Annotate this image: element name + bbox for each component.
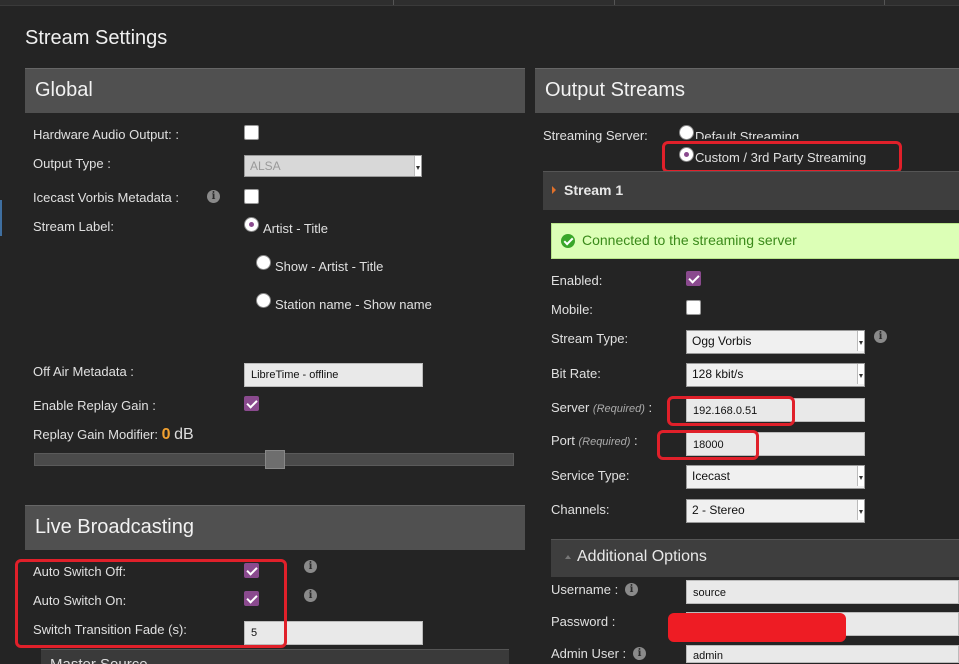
stream-label-radio-show-artist-title[interactable] — [256, 255, 271, 270]
service-type-value: Icecast — [692, 469, 731, 483]
left-edge-accent — [0, 200, 2, 236]
hardware-audio-output-checkbox[interactable] — [244, 125, 259, 140]
icecast-vorbis-metadata-label: Icecast Vorbis Metadata : — [33, 190, 179, 205]
connection-status-banner: Connected to the streaming server — [551, 223, 959, 259]
service-type-label: Service Type: — [551, 468, 630, 483]
output-streams-heading: Output Streams — [545, 79, 686, 101]
stream-type-label: Stream Type: — [551, 331, 629, 346]
live-broadcasting-header: Live Broadcasting — [25, 505, 525, 550]
chevron-down-icon — [859, 510, 863, 514]
mobile-checkbox[interactable] — [686, 300, 701, 315]
replay-gain-modifier-text: Replay Gain Modifier: — [33, 427, 158, 442]
stream-1-header[interactable]: Stream 1 — [543, 171, 959, 210]
password-label: Password : — [551, 614, 616, 629]
enabled-label: Enabled: — [551, 273, 603, 288]
server-label-text: Server — [551, 400, 590, 415]
global-heading: Global — [35, 79, 93, 101]
icecast-vorbis-metadata-checkbox[interactable] — [244, 189, 259, 204]
port-label-text: Port — [551, 433, 575, 448]
bit-rate-value: 128 kbit/s — [692, 367, 744, 381]
info-icon[interactable]: i — [304, 589, 317, 602]
chevron-down-icon — [859, 476, 863, 480]
server-label: Server (Required) : — [551, 400, 653, 415]
mobile-label: Mobile: — [551, 302, 593, 317]
replay-gain-slider-handle[interactable] — [265, 450, 285, 469]
replay-gain-modifier-label: Replay Gain Modifier: 0 dB — [33, 426, 194, 444]
enable-replay-gain-label: Enable Replay Gain : — [33, 398, 156, 413]
channels-select[interactable]: 2 - Stereo — [686, 499, 865, 523]
page-title: Stream Settings — [25, 27, 168, 49]
replay-gain-unit: dB — [174, 426, 194, 443]
streaming-server-radio-default[interactable] — [679, 125, 694, 140]
top-strip — [0, 0, 959, 6]
stream-label-label: Stream Label: — [33, 219, 114, 234]
output-type-label: Output Type : — [33, 156, 111, 171]
channels-label: Channels: — [551, 502, 610, 517]
stream-type-value: Ogg Vorbis — [692, 334, 752, 348]
chevron-down-icon — [859, 374, 863, 378]
username-input[interactable]: source — [686, 580, 959, 604]
admin-user-input[interactable]: admin — [686, 645, 959, 663]
info-icon[interactable]: i — [207, 190, 220, 203]
chevron-down-icon — [859, 341, 863, 345]
off-air-metadata-label: Off Air Metadata : — [33, 364, 134, 379]
channels-value: 2 - Stereo — [692, 503, 745, 517]
stream-type-select[interactable]: Ogg Vorbis — [686, 330, 865, 354]
global-panel-header: Global — [25, 68, 525, 113]
info-icon[interactable]: i — [874, 330, 887, 343]
streaming-server-option-default: Default Streaming — [695, 129, 800, 139]
bit-rate-label: Bit Rate: — [551, 366, 601, 381]
port-label: Port (Required) : — [551, 433, 638, 448]
collapse-arrow-icon — [565, 555, 571, 559]
hardware-audio-output-label: Hardware Audio Output: : — [33, 127, 179, 142]
info-icon[interactable]: i — [625, 583, 638, 596]
output-type-select[interactable]: ALSA — [244, 155, 422, 177]
connection-status-text: Connected to the streaming server — [582, 232, 797, 248]
bit-rate-select[interactable]: 128 kbit/s — [686, 363, 865, 387]
master-source-section: Master Source — [41, 649, 509, 664]
annotation-highlight-server — [667, 396, 795, 426]
expand-arrow-icon — [552, 186, 556, 194]
additional-options-header[interactable]: Additional Options — [551, 539, 959, 577]
check-circle-icon — [561, 234, 575, 248]
additional-options-heading: Additional Options — [577, 548, 707, 565]
stream-label-radio-station-show[interactable] — [256, 293, 271, 308]
annotation-highlight-custom-streaming — [662, 141, 902, 173]
stream-label-option-station-show: Station name - Show name — [275, 297, 432, 312]
stream-1-heading: Stream 1 — [564, 182, 624, 198]
username-label: Username : — [551, 582, 619, 597]
chevron-down-icon — [416, 166, 420, 170]
annotation-highlight-live-switches — [15, 559, 287, 648]
off-air-metadata-input[interactable]: LibreTime - offline — [244, 363, 423, 387]
port-required-note: (Required) — [578, 436, 631, 448]
info-icon[interactable]: i — [633, 647, 646, 660]
stream-label-option-artist-title: Artist - Title — [263, 221, 329, 236]
live-broadcasting-heading: Live Broadcasting — [35, 516, 194, 538]
output-type-value: ALSA — [250, 159, 281, 173]
service-type-select[interactable]: Icecast — [686, 465, 865, 489]
replay-gain-value: 0 — [161, 426, 171, 443]
server-required-note: (Required) — [592, 403, 645, 415]
output-streams-header: Output Streams — [535, 68, 959, 113]
admin-user-label: Admin User : — [551, 646, 627, 661]
annotation-highlight-port — [657, 430, 759, 460]
enabled-checkbox[interactable] — [686, 271, 701, 286]
stream-label-radio-artist-title[interactable] — [244, 217, 259, 232]
enable-replay-gain-checkbox[interactable] — [244, 396, 259, 411]
stream-label-option-show-artist-title: Show - Artist - Title — [275, 259, 384, 274]
streaming-server-label: Streaming Server: — [543, 128, 648, 143]
password-redaction — [668, 613, 846, 642]
info-icon[interactable]: i — [304, 560, 317, 573]
